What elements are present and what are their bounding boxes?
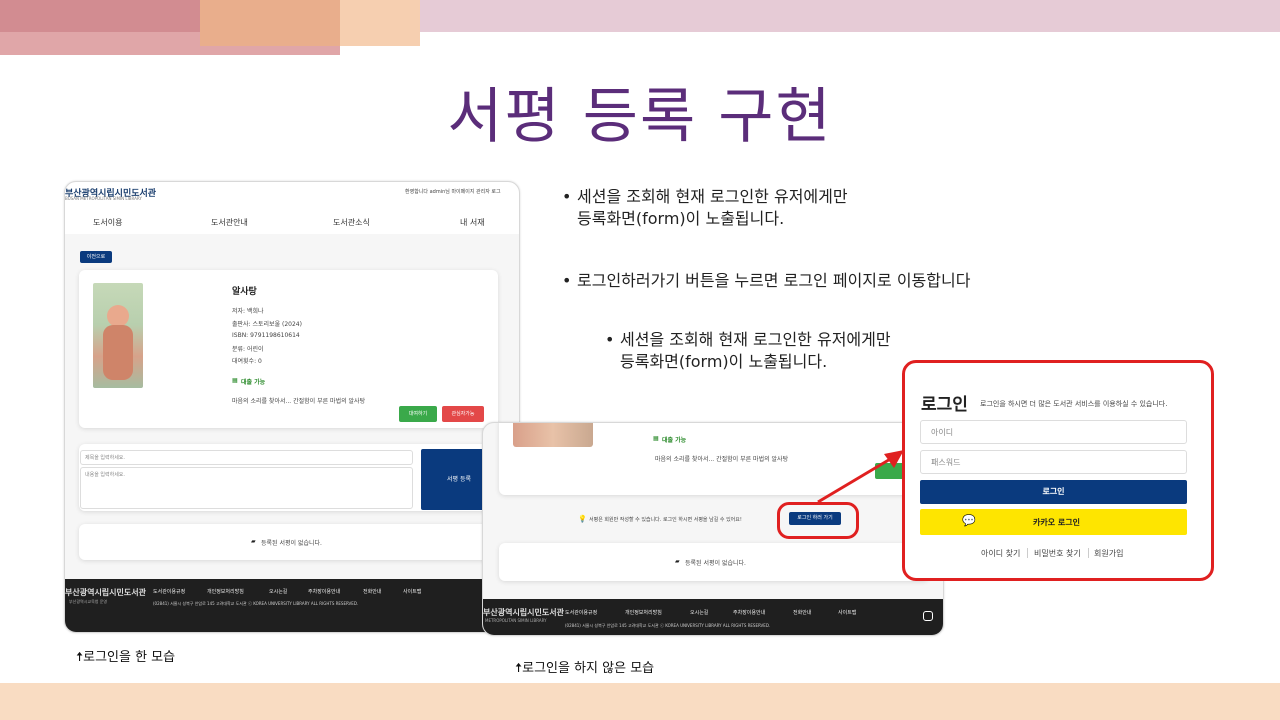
review-title-input[interactable]: 제목을 입력하세요. xyxy=(80,450,413,465)
footer-link-parking[interactable]: 주차장이용안내 xyxy=(733,609,765,616)
caption-logged-out: 🠅로그인을 하지 않은 모습 xyxy=(515,661,655,676)
footer-link-sitemap[interactable]: 사이트맵 xyxy=(838,609,856,616)
instagram-icon[interactable] xyxy=(923,611,933,621)
book-desc: 마음의 소리를 찾아서... 간절함이 부른 마법의 알사탕 xyxy=(232,398,366,405)
footer-logo-sub: 부산광역시교육청 운영 xyxy=(69,599,108,604)
bullet-2-text: 로그인하러가기 버튼을 누르면 로그인 페이지로 이동합니다 xyxy=(577,271,971,290)
book-publisher: 출판사: 스토리보울 (2024) xyxy=(232,321,302,328)
cover-body-icon xyxy=(103,325,133,380)
login-notice: 서평은 회원만 작성할 수 있습니다. 로그인 하시면 서평을 남길 수 있어요… xyxy=(589,517,742,523)
footer-link-sitemap[interactable]: 사이트맵 xyxy=(403,588,421,595)
bullet-2: • 로그인하러가기 버튼을 누르면 로그인 페이지로 이동합니다 xyxy=(562,270,1002,292)
footer-address: (02841) 서울시 성북구 안암로 145 고려대학교 도서관 ⓒ KORE… xyxy=(153,601,359,606)
book-cover-partial xyxy=(513,423,593,447)
nav-item-mylib[interactable]: 내 서재 xyxy=(460,217,485,228)
review-list: ▰ 등록된 서평이 없습니다. xyxy=(79,524,498,560)
review-empty: 등록된 서평이 없습니다. xyxy=(261,540,322,547)
review-form: 제목을 입력하세요. 내용을 입력하세요. 서평 등록 xyxy=(79,444,498,511)
footer-link-privacy[interactable]: 개인정보처리방침 xyxy=(207,588,244,595)
footer-link-phone[interactable]: 전화안내 xyxy=(363,588,381,595)
nav-item-news[interactable]: 도서관소식 xyxy=(333,217,370,228)
kakao-login-label: 카카오 로그인 xyxy=(1033,518,1080,527)
login-button[interactable]: 로그인 xyxy=(920,480,1187,504)
caption-logged-in: 🠅로그인을 한 모습 xyxy=(76,650,176,665)
speaker-icon: ▰ xyxy=(251,538,256,545)
footer-logo-sub: METROPOLITAN SIMIN LIBRARY xyxy=(485,618,547,623)
login-pw-input[interactable]: 패스워드 xyxy=(920,450,1187,474)
bullet-dot: • xyxy=(605,330,615,349)
find-pw-link[interactable]: 비밀번호 찾기 xyxy=(1034,548,1081,559)
link-divider-1 xyxy=(1027,548,1028,558)
status-icon: ▦ xyxy=(653,435,659,442)
footer-address: (02841) 서울시 성북구 안암로 145 고려대학교 도서관 ⓒ KORE… xyxy=(565,623,771,628)
footer-link-directions[interactable]: 오시는길 xyxy=(269,588,287,595)
slide-title: 서평 등록 구현 xyxy=(447,82,833,152)
top-links[interactable]: 환영합니다 admin님 마이페이지 관리자 로그 xyxy=(405,188,501,195)
bullet-1-text: 세션을 조회해 현재 로그인한 유저에게만 등록화면(form)이 노출됩니다. xyxy=(577,187,848,228)
wish-button[interactable]: 관심자가능 xyxy=(442,406,484,422)
signup-link[interactable]: 회원가입 xyxy=(1094,548,1123,559)
review-content-input[interactable]: 내용을 입력하세요. xyxy=(80,467,413,509)
book-cover xyxy=(93,283,143,388)
book-title: 알사탕 xyxy=(232,287,257,297)
site-logo-sub: BUSAN METROPOLITAN SIMIN LIBRARY xyxy=(65,196,142,201)
find-id-link[interactable]: 아이디 찾기 xyxy=(981,548,1020,559)
review-empty: 등록된 서평이 없습니다. xyxy=(685,560,746,567)
speaker-icon: ▰ xyxy=(675,558,680,565)
book-card: 알사탕 저자: 백희나 출판사: 스토리보울 (2024) ISBN: 9791… xyxy=(79,270,498,428)
kakao-chat-icon: 💬 xyxy=(962,514,976,527)
login-id-input[interactable]: 아이디 xyxy=(920,420,1187,444)
cover-figure-icon xyxy=(107,305,129,327)
book-status: 대출 가능 xyxy=(662,437,687,444)
link-divider-2 xyxy=(1088,548,1089,558)
arrow-to-login xyxy=(817,450,904,504)
back-button[interactable]: 이전으로 xyxy=(80,251,112,263)
bottom-band xyxy=(0,683,1280,720)
footer-link-rules[interactable]: 도서관이용규정 xyxy=(565,609,597,616)
bullet-3: • 세션을 조회해 현재 로그인한 유저에게만 등록화면(form)이 노출됩니… xyxy=(605,329,905,373)
bullet-1: • 세션을 조회해 현재 로그인한 유저에게만 등록화면(form)이 노출됩니… xyxy=(562,186,902,230)
book-loans: 대여횟수: 0 xyxy=(232,358,262,365)
bullet-3-text: 세션을 조회해 현재 로그인한 유저에게만 등록화면(form)이 노출됩니다. xyxy=(620,330,891,371)
book-author: 저자: 백희나 xyxy=(232,308,264,315)
login-subtitle: 로그인을 하시면 더 많은 도서관 서비스를 이용하실 수 있습니다. xyxy=(980,400,1168,408)
footer-logo: 부산광역시립시민도서관 xyxy=(65,588,146,597)
book-desc: 마음의 소리를 찾아서... 간절함이 부른 마법의 알사탕 xyxy=(655,456,789,463)
site-footer: 부산광역시립시민도서관 부산광역시교육청 운영 도서관이용규정 개인정보처리방침… xyxy=(65,579,519,632)
bullet-dot: • xyxy=(562,271,572,290)
footer-link-parking[interactable]: 주차장이용안내 xyxy=(308,588,340,595)
book-isbn: ISBN: 9791198610614 xyxy=(232,332,300,339)
site-footer: 부산광역시립시민도서관 METROPOLITAN SIMIN LIBRARY 도… xyxy=(483,599,943,635)
login-panel: 로그인 로그인을 하시면 더 많은 도서관 서비스를 이용하실 수 있습니다. … xyxy=(902,360,1214,581)
book-category: 분류: 어린이 xyxy=(232,346,264,353)
footer-link-directions[interactable]: 오시는길 xyxy=(690,609,708,616)
borrow-button[interactable]: 대여하기 xyxy=(399,406,437,422)
nav-item-about[interactable]: 도서관안내 xyxy=(211,217,248,228)
footer-link-rules[interactable]: 도서관이용규정 xyxy=(153,588,185,595)
footer-link-phone[interactable]: 전화안내 xyxy=(793,609,811,616)
kakao-login-button[interactable]: 💬 카카오 로그인 xyxy=(920,509,1187,535)
review-list: ▰ 등록된 서평이 없습니다. xyxy=(499,543,929,581)
nav-item-use[interactable]: 도서이용 xyxy=(93,217,122,228)
lightbulb-icon: 💡 xyxy=(578,515,587,523)
footer-logo: 부산광역시립시민도서관 xyxy=(483,608,564,617)
book-status: 대출 가능 xyxy=(241,379,266,386)
bullet-dot: • xyxy=(562,187,572,206)
status-icon: ▦ xyxy=(232,377,238,384)
footer-link-privacy[interactable]: 개인정보처리방침 xyxy=(625,609,662,616)
login-title: 로그인 xyxy=(921,395,968,415)
screenshot-logged-in: 부산광역시립시민도서관 BUSAN METROPOLITAN SIMIN LIB… xyxy=(64,181,520,633)
top-band-orange xyxy=(200,0,340,46)
